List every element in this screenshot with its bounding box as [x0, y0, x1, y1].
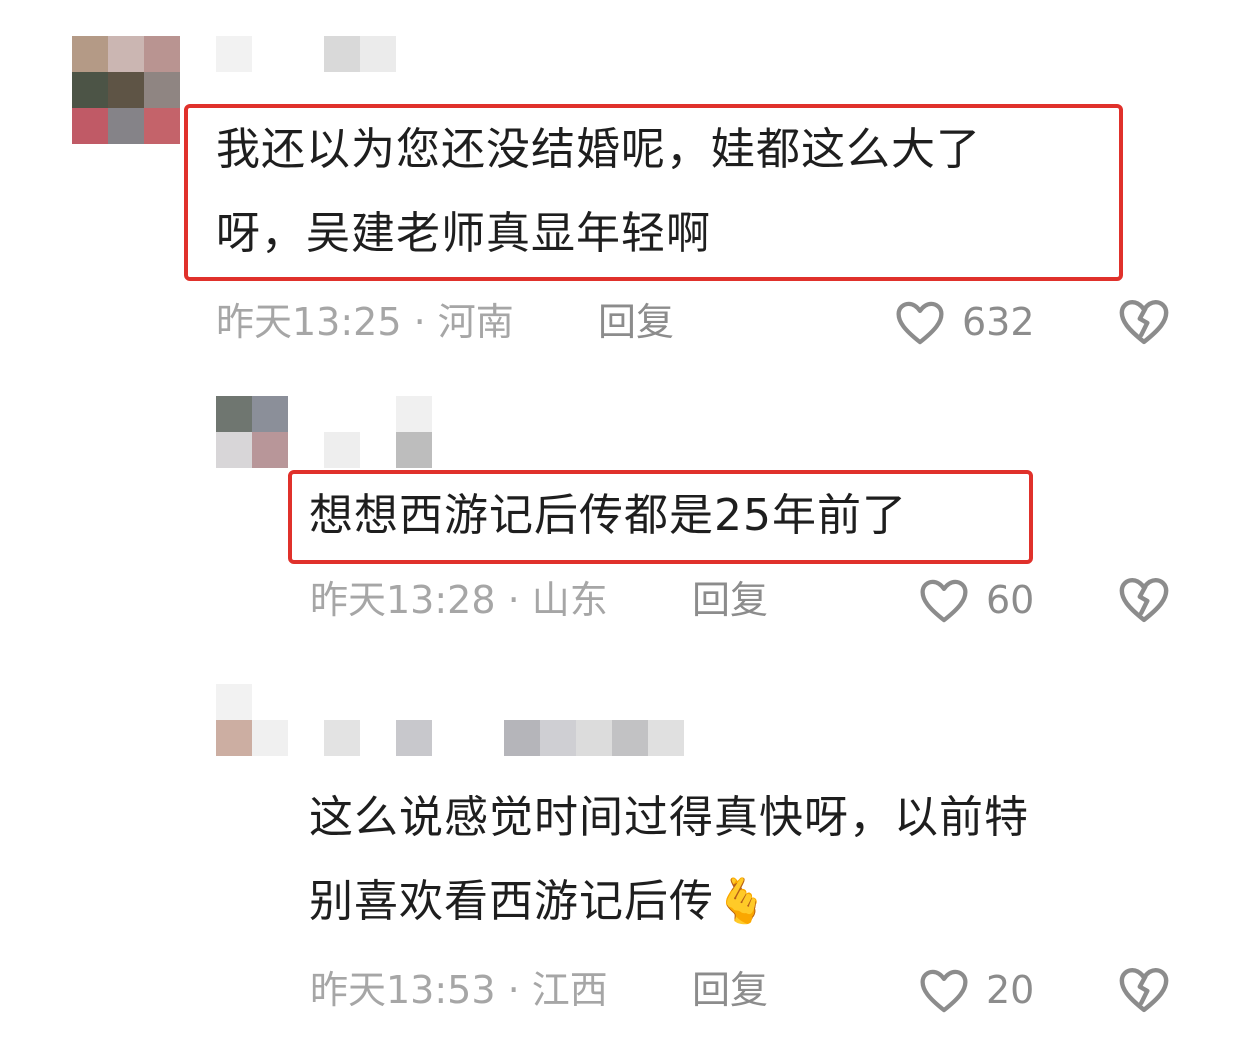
comment-text-line: 呀，吴建老师真显年轻啊 — [216, 208, 711, 259]
username[interactable] — [324, 720, 684, 756]
comment-meta: 昨天13:53 · 江西 — [310, 966, 608, 1014]
username[interactable] — [216, 36, 396, 72]
separator: · — [507, 968, 520, 1012]
separator: · — [507, 578, 520, 622]
broken-heart-icon — [1119, 967, 1169, 1013]
dislike-button[interactable] — [1116, 572, 1172, 628]
timestamp: 昨天13:28 — [310, 578, 496, 622]
location: 河南 — [437, 300, 514, 344]
comment-text: 我还以为您还没结婚呢，娃都这么大了 呀，吴建老师真显年轻啊 — [216, 108, 981, 276]
comment-text: 想想西游记后传都是25年前了 — [309, 474, 907, 558]
like-count: 20 — [986, 968, 1035, 1012]
heart-outline-icon — [896, 301, 944, 345]
comment-meta: 昨天13:28 · 山东 — [310, 576, 608, 624]
comment-text-line: 这么说感觉时间过得真快呀，以前特 — [309, 792, 1029, 843]
comment-text-segment: 别喜欢看西游记后传 — [309, 876, 714, 927]
avatar[interactable] — [216, 684, 288, 756]
like-button[interactable] — [917, 574, 971, 628]
comment-text: 这么说感觉时间过得真快呀，以前特 别喜欢看西游记后传🫰 — [309, 776, 1029, 944]
dislike-button[interactable] — [1116, 294, 1172, 350]
comment-meta: 昨天13:25 · 河南 — [216, 298, 514, 346]
avatar[interactable] — [72, 36, 180, 144]
dislike-button[interactable] — [1116, 962, 1172, 1018]
username[interactable] — [324, 396, 432, 468]
like-button[interactable] — [917, 964, 971, 1018]
heart-outline-icon — [920, 579, 968, 623]
finger-heart-emoji: 🫰 — [714, 876, 770, 927]
comment-text-line: 想想西游记后传都是25年前了 — [309, 490, 907, 541]
timestamp: 昨天13:53 — [310, 968, 496, 1012]
separator: · — [413, 300, 426, 344]
like-count: 632 — [962, 300, 1035, 344]
comment-text-line: 别喜欢看西游记后传🫰 — [309, 860, 1029, 944]
broken-heart-icon — [1119, 577, 1169, 623]
timestamp: 昨天13:25 — [216, 300, 402, 344]
location: 山东 — [531, 578, 608, 622]
reply-button[interactable]: 回复 — [692, 966, 768, 1014]
reply-button[interactable]: 回复 — [692, 576, 768, 624]
reply-button[interactable]: 回复 — [598, 298, 674, 346]
comment-text-line: 我还以为您还没结婚呢，娃都这么大了 — [216, 124, 981, 175]
avatar[interactable] — [216, 396, 288, 468]
broken-heart-icon — [1119, 299, 1169, 345]
like-count: 60 — [986, 578, 1035, 622]
heart-outline-icon — [920, 969, 968, 1013]
location: 江西 — [531, 968, 608, 1012]
like-button[interactable] — [893, 296, 947, 350]
